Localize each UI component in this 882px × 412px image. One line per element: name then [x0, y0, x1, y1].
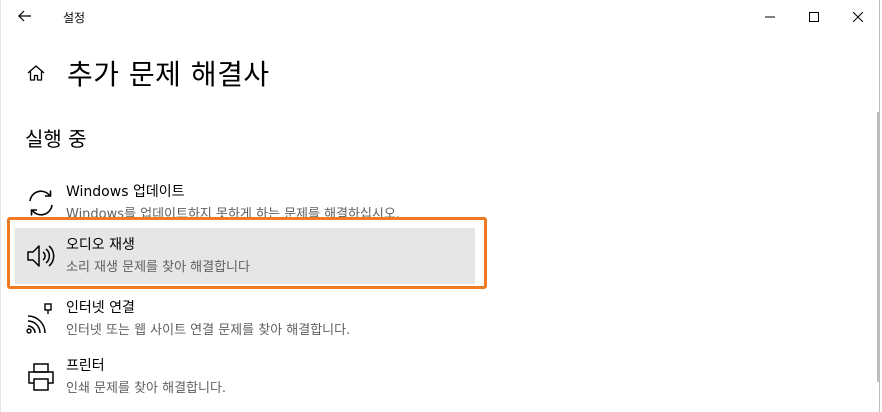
item-name: Windows 업데이트 — [66, 184, 185, 200]
page-title: 추가 문제 해결사 — [67, 58, 270, 91]
troubleshooter-internet-connection[interactable]: 인터넷 연결 인터넷 또는 웹 사이트 연결 문제를 찾아 해결합니다. — [15, 291, 475, 347]
maximize-icon — [809, 7, 819, 26]
printer-icon — [23, 359, 59, 395]
minimize-icon — [765, 7, 775, 26]
scrollbar-thumb[interactable] — [877, 112, 879, 382]
home-button[interactable] — [23, 62, 49, 88]
maximize-button[interactable] — [791, 0, 837, 32]
highlight-frame — [7, 217, 487, 289]
back-button[interactable] — [11, 5, 39, 27]
window-title: 설정 — [63, 11, 86, 25]
item-description: 인터넷 또는 웹 사이트 연결 문제를 찾아 해결합니다. — [66, 323, 351, 338]
item-name: 인터넷 연결 — [66, 300, 135, 316]
item-description: 인쇄 문제를 찾아 해결합니다. — [66, 381, 227, 396]
title-bar: 설정 — [1, 0, 881, 32]
troubleshooter-printer[interactable]: 프린터 인쇄 문제를 찾아 해결합니다. — [15, 349, 475, 405]
section-title: 실행 중 — [25, 127, 87, 151]
arrow-left-icon — [18, 7, 32, 26]
scrollbar[interactable] — [877, 32, 881, 412]
close-icon — [852, 7, 864, 26]
wifi-ethernet-icon — [23, 301, 59, 337]
item-name: 프린터 — [66, 358, 105, 374]
settings-window: 설정 추가 문제 해결사 실행 중 Windows 업데이트 Windows를 … — [0, 0, 880, 412]
minimize-button[interactable] — [747, 0, 793, 32]
refresh-icon — [23, 185, 59, 221]
close-button[interactable] — [835, 0, 881, 32]
home-icon — [26, 64, 46, 86]
